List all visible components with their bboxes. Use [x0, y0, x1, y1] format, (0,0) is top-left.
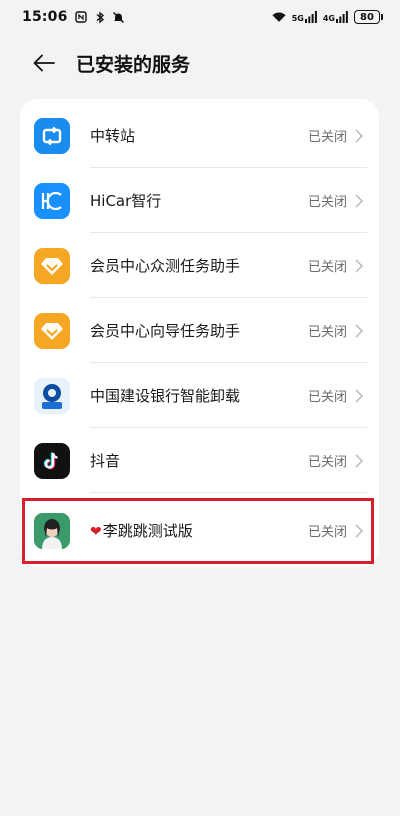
app-header: 已安装的服务	[0, 40, 400, 86]
battery-level: 80	[360, 11, 374, 23]
service-row-transfer-station[interactable]: 中转站 已关闭	[20, 103, 379, 168]
signal-strength-2: 4G	[323, 11, 348, 23]
hicar-icon	[34, 182, 70, 219]
member-diamond-icon	[34, 247, 70, 284]
signal-bars-icon	[336, 11, 348, 23]
service-name: 抖音	[90, 452, 121, 470]
service-status: 已关闭	[307, 325, 347, 340]
service-status: 已关闭	[307, 130, 347, 145]
mute-bell-icon	[112, 10, 126, 24]
chevron-right-icon	[355, 324, 363, 338]
chevron-right-icon	[355, 524, 363, 538]
service-name: 中转站	[90, 127, 136, 145]
service-status: 已关闭	[307, 525, 347, 540]
chevron-right-icon	[355, 259, 363, 273]
service-row-ccb-uninstall[interactable]: 中国建设银行智能卸载 已关闭	[20, 363, 379, 428]
service-row-hicar[interactable]: HiCar智行 已关闭	[20, 168, 379, 233]
battery-icon: 80	[354, 10, 383, 24]
heart-icon: ❤	[90, 524, 102, 540]
bluetooth-icon	[93, 10, 107, 24]
row-divider	[90, 492, 367, 493]
service-name: ❤李跳跳测试版	[90, 520, 193, 541]
status-bar: 15:06 5G 4G 80	[0, 0, 400, 34]
service-name: HiCar智行	[90, 192, 162, 210]
chevron-right-icon	[355, 194, 363, 208]
avatar-icon	[34, 512, 70, 549]
service-name: 会员中心向导任务助手	[90, 322, 241, 340]
service-row-member-beta-assistant[interactable]: 会员中心众测任务助手 已关闭	[20, 233, 379, 298]
page-title: 已安装的服务	[76, 53, 191, 76]
service-row-douyin[interactable]: 抖音 已关闭	[20, 428, 379, 493]
ccb-icon	[34, 377, 70, 414]
chevron-right-icon	[355, 389, 363, 403]
service-status: 已关闭	[307, 390, 347, 405]
service-row-member-guide-assistant[interactable]: 会员中心向导任务助手 已关闭	[20, 298, 379, 363]
service-status: 已关闭	[307, 455, 347, 470]
services-list: 中转站 已关闭 HiCar智行 已关闭 会员中心众测任务助手 已关闭 会员中心向…	[20, 99, 379, 567]
service-name-text: 李跳跳测试版	[102, 522, 193, 540]
wifi-icon	[272, 10, 286, 24]
chevron-right-icon	[355, 129, 363, 143]
nfc-icon	[74, 10, 88, 24]
signal-bars-icon	[304, 11, 317, 23]
douyin-icon	[34, 442, 70, 479]
back-arrow-icon[interactable]	[32, 51, 56, 75]
member-diamond-icon	[34, 312, 70, 349]
service-row-litiaotiao[interactable]: ❤李跳跳测试版 已关闭	[20, 498, 379, 563]
status-time: 15:06	[22, 9, 68, 25]
service-name: 中国建设银行智能卸载	[90, 387, 241, 405]
transfer-station-icon	[34, 117, 70, 154]
service-status: 已关闭	[307, 260, 347, 275]
chevron-right-icon	[355, 454, 363, 468]
service-status: 已关闭	[307, 195, 347, 210]
service-name: 会员中心众测任务助手	[90, 257, 241, 275]
signal-strength-1: 5G	[292, 11, 317, 23]
